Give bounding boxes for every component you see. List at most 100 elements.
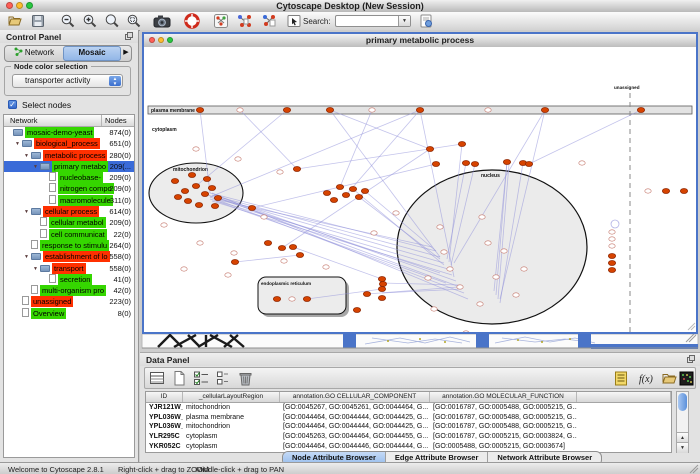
attribute-table-header[interactable]: ID_cellularLayoutRegionannotation.GO CEL… bbox=[146, 392, 671, 403]
network-node-highlighted[interactable] bbox=[426, 147, 433, 152]
network-node-highlighted[interactable] bbox=[211, 204, 218, 209]
table-column-header[interactable]: _cellularLayoutRegion bbox=[183, 392, 280, 402]
network-edge[interactable] bbox=[240, 110, 297, 169]
column-nodes[interactable]: Nodes bbox=[105, 116, 127, 125]
network-edge[interactable] bbox=[196, 110, 287, 186]
network-node-unselected[interactable] bbox=[447, 267, 453, 271]
table-row[interactable]: YKR052Ccytoplasm[GO:0044464, GO:0044446,… bbox=[146, 442, 671, 452]
network-node-highlighted[interactable] bbox=[184, 199, 191, 204]
save-button[interactable] bbox=[30, 13, 46, 29]
network-node-highlighted[interactable] bbox=[201, 192, 208, 197]
table-cell[interactable]: [GO:0045267, GO:0045261, GO:0044464, G..… bbox=[280, 403, 430, 413]
network-window-titlebar[interactable]: primary metabolic process bbox=[144, 34, 696, 48]
zoom-out-button[interactable] bbox=[60, 13, 76, 29]
network-node-unselected[interactable] bbox=[231, 251, 237, 255]
network-node-highlighted[interactable] bbox=[361, 189, 368, 194]
network-node-unselected[interactable] bbox=[645, 189, 651, 193]
network-node-unselected[interactable] bbox=[609, 244, 615, 248]
node-attribute-table[interactable]: ID_cellularLayoutRegionannotation.GO CEL… bbox=[145, 391, 672, 453]
select-all-attributes-button[interactable] bbox=[193, 370, 210, 387]
network-node-unselected[interactable] bbox=[493, 275, 499, 279]
network-edge[interactable] bbox=[293, 247, 382, 279]
network-node-highlighted[interactable] bbox=[525, 162, 532, 167]
float-panel-icon[interactable] bbox=[687, 355, 695, 363]
tree-row[interactable]: ▼establishment of lo558(0) bbox=[4, 251, 134, 262]
network-node-unselected[interactable] bbox=[237, 108, 243, 112]
import-attributes-button[interactable] bbox=[661, 370, 678, 387]
network-node-highlighted[interactable] bbox=[353, 308, 360, 313]
network-node-unselected[interactable] bbox=[431, 307, 437, 311]
network-node-highlighted[interactable] bbox=[342, 193, 349, 198]
table-cell[interactable]: cytoplasm bbox=[183, 432, 280, 442]
network-node-highlighted[interactable] bbox=[503, 160, 510, 165]
network-node-highlighted[interactable] bbox=[303, 297, 310, 302]
network-node-highlighted[interactable] bbox=[378, 287, 385, 292]
network-node-highlighted[interactable] bbox=[192, 184, 199, 189]
table-cell[interactable]: [GO:0016787, GO:0005488, GO:0005215, G..… bbox=[430, 422, 577, 432]
table-row[interactable]: YPL036W__2plasma membrane[GO:0044464, GO… bbox=[146, 413, 671, 423]
tree-row[interactable]: nitrogen compo209(0) bbox=[4, 183, 134, 194]
network-node-highlighted[interactable] bbox=[637, 108, 644, 113]
table-cell[interactable]: [GO:0016787, GO:0005215, GO:0003824, G..… bbox=[430, 432, 577, 442]
network-node-unselected[interactable] bbox=[437, 225, 443, 229]
tree-row[interactable]: unassigned223(0) bbox=[4, 296, 134, 307]
network-node-highlighted[interactable] bbox=[349, 187, 356, 192]
tree-row[interactable]: ▼metabolic process280(0) bbox=[4, 150, 134, 161]
resize-grip-icon[interactable] bbox=[689, 464, 699, 474]
network-node-highlighted[interactable] bbox=[379, 282, 386, 287]
network-node-highlighted[interactable] bbox=[378, 277, 385, 282]
table-cell[interactable]: [GO:0005488, GO:0005215, GO:0003674] bbox=[430, 442, 577, 452]
network-edge[interactable] bbox=[529, 110, 641, 164]
table-cell[interactable]: [GO:0016787, GO:0005488, GO:0005215, G..… bbox=[430, 413, 577, 423]
table-cell[interactable]: [GO:0044464, GO:0044446, GO:0044444, G..… bbox=[280, 442, 430, 452]
table-cell[interactable] bbox=[577, 403, 671, 413]
tree-row[interactable]: macromolecule311(0) bbox=[4, 195, 134, 206]
network-node-unselected[interactable] bbox=[579, 161, 585, 165]
network-node-highlighted[interactable] bbox=[296, 253, 303, 258]
network-node-highlighted[interactable] bbox=[680, 189, 687, 194]
unselect-all-attributes-button[interactable] bbox=[215, 370, 232, 387]
tab-network[interactable]: Network bbox=[5, 46, 63, 61]
select-nodes-checkbox[interactable]: ✓ bbox=[8, 100, 17, 109]
open-file-button[interactable] bbox=[7, 13, 23, 29]
chevron-down-icon[interactable]: ▼ bbox=[398, 16, 410, 26]
search-input[interactable]: ▼ bbox=[335, 15, 411, 27]
network-node-highlighted[interactable] bbox=[171, 179, 178, 184]
network-edge[interactable] bbox=[340, 110, 372, 187]
network-node-highlighted[interactable] bbox=[264, 241, 271, 246]
network-node-unselected[interactable] bbox=[235, 157, 241, 161]
new-attribute-button[interactable] bbox=[171, 370, 188, 387]
network-node-unselected[interactable] bbox=[393, 211, 399, 215]
network-node-unselected[interactable] bbox=[197, 241, 203, 245]
table-cell[interactable]: YKR052C bbox=[146, 442, 183, 452]
network-node-unselected[interactable] bbox=[609, 237, 615, 241]
table-row[interactable]: YPL036W__1mitochondrion[GO:0044464, GO:0… bbox=[146, 422, 671, 432]
network-node-unselected[interactable] bbox=[513, 293, 519, 297]
network-node-unselected[interactable] bbox=[371, 231, 377, 235]
tree-row[interactable]: secretion41(0) bbox=[4, 274, 134, 285]
table-scrollbar[interactable]: ▲ ▼ bbox=[676, 391, 689, 453]
network-node-highlighted[interactable] bbox=[248, 206, 255, 211]
tree-row[interactable]: cellular metabol209(0) bbox=[4, 217, 134, 228]
network-node-highlighted[interactable] bbox=[608, 254, 615, 259]
visual-mapper-button[interactable] bbox=[236, 13, 252, 29]
network-edge[interactable] bbox=[210, 110, 420, 197]
tree-row[interactable]: cell communicat22(0) bbox=[4, 229, 134, 240]
network-node-highlighted[interactable] bbox=[608, 268, 615, 273]
self-loop-edge[interactable] bbox=[611, 220, 619, 228]
network-node-highlighted[interactable] bbox=[608, 261, 615, 266]
tab-mosaic[interactable]: Mosaic bbox=[63, 46, 121, 61]
tree-row[interactable]: response to stimulu264(0) bbox=[4, 240, 134, 251]
network-node-highlighted[interactable] bbox=[336, 185, 343, 190]
network-node-highlighted[interactable] bbox=[289, 245, 296, 250]
network-node-unselected[interactable] bbox=[261, 215, 267, 219]
network-node-unselected[interactable] bbox=[457, 285, 463, 289]
network-node-highlighted[interactable] bbox=[188, 173, 195, 178]
table-cell[interactable]: mitochondrion bbox=[183, 422, 280, 432]
network-node-highlighted[interactable] bbox=[208, 186, 215, 191]
network-canvas[interactable]: plasma membranecytoplasmmitochondrionnuc… bbox=[144, 47, 696, 332]
table-cell[interactable]: YLR295C bbox=[146, 432, 183, 442]
zoom-in-button[interactable] bbox=[82, 13, 98, 29]
network-node-highlighted[interactable] bbox=[416, 108, 423, 113]
network-node-highlighted[interactable] bbox=[355, 195, 362, 200]
